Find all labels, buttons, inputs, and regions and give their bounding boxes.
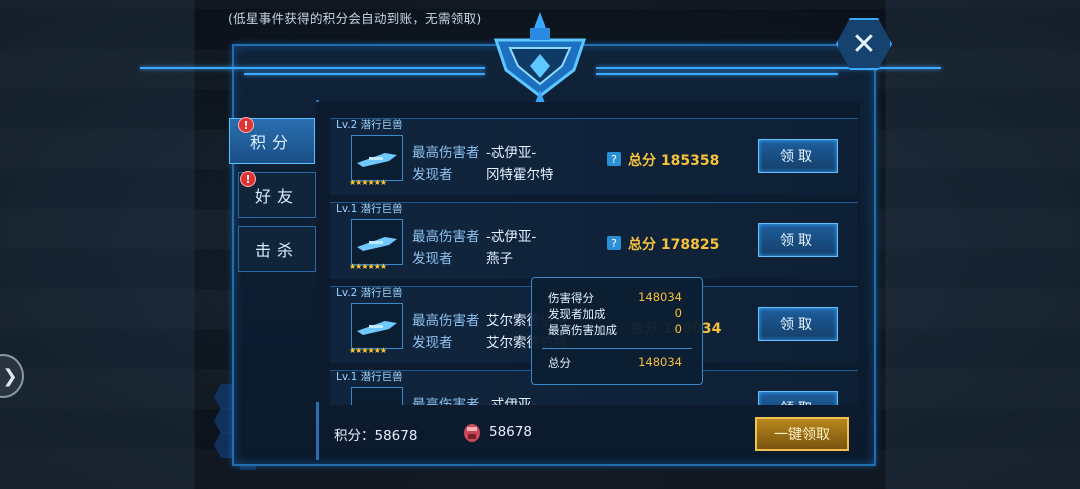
top-damage-label: 最高伤害者 xyxy=(412,313,480,329)
claim-button[interactable]: 领取 xyxy=(758,307,838,341)
monster-ship-icon[interactable] xyxy=(351,303,403,349)
alert-badge-icon: ! xyxy=(240,171,256,187)
tab-label: 击杀 xyxy=(254,241,299,260)
claim-button[interactable]: 领取 xyxy=(758,391,838,405)
tooltip-label: 伤害得分 xyxy=(548,291,594,305)
close-icon: ✕ xyxy=(851,26,877,62)
top-damage-value: -忒伊亚- xyxy=(486,397,537,405)
score-breakdown-tooltip: 伤害得分 148034 发现者加成 0 最高伤害加成 0 总分 148034 xyxy=(531,277,703,385)
header-wing-left xyxy=(140,67,485,81)
help-icon[interactable]: ? xyxy=(607,236,621,250)
tooltip-label: 发现者加成 xyxy=(548,307,606,321)
header-wing-right xyxy=(596,67,941,81)
tab-kills[interactable]: 击杀 xyxy=(238,226,316,272)
tooltip-divider xyxy=(542,348,692,349)
top-damage-label: 最高伤害者 xyxy=(412,397,480,405)
discoverer-value: 冈特霍尔特 xyxy=(486,167,554,183)
claim-button[interactable]: 领取 xyxy=(758,139,838,173)
tab-label: 积分 xyxy=(249,133,294,152)
list-item: Lv.1 潜行巨兽 ★★★★★★ 最高伤害者 -忒伊亚- 发现者 燕子 ? 总分… xyxy=(330,202,858,279)
discoverer-value: 燕子 xyxy=(486,251,513,267)
alert-badge-icon: ! xyxy=(238,117,254,133)
crystal-currency-icon xyxy=(464,424,480,442)
monster-ship-icon[interactable] xyxy=(351,387,403,405)
claim-button[interactable]: 领取 xyxy=(758,223,838,257)
help-icon[interactable]: ? xyxy=(607,152,621,166)
discoverer-label: 发现者 xyxy=(412,251,453,267)
star-rating: ★★★★★★ xyxy=(349,178,387,187)
top-damage-label: 最高伤害者 xyxy=(412,229,480,245)
discoverer-label: 发现者 xyxy=(412,167,453,183)
top-damage-label: 最高伤害者 xyxy=(412,145,480,161)
star-rating: ★★★★★★ xyxy=(349,346,387,355)
points-total: 积分：58678 xyxy=(334,428,418,444)
tooltip-label: 最高伤害加成 xyxy=(548,323,617,337)
discoverer-label: 发现者 xyxy=(412,335,453,351)
currency-amount: 58678 xyxy=(489,424,532,440)
tooltip-value: 148034 xyxy=(638,290,682,304)
claim-all-button[interactable]: 一键领取 xyxy=(755,417,849,451)
tooltip-value: 0 xyxy=(674,306,682,320)
chevron-right-icon: ❯ xyxy=(2,365,18,387)
faction-emblem-icon xyxy=(493,12,587,106)
tooltip-total-value: 148034 xyxy=(638,355,682,369)
monster-level: Lv.1 潜行巨兽 xyxy=(336,371,403,383)
tooltip-total-label: 总分 xyxy=(548,356,571,370)
monster-ship-icon[interactable] xyxy=(351,219,403,265)
monster-level: Lv.2 潜行巨兽 xyxy=(336,119,403,131)
total-score: 总分 185358 xyxy=(628,153,720,169)
top-damage-value: -忒伊亚- xyxy=(486,229,537,245)
total-score: 总分 178825 xyxy=(628,237,720,253)
list-item: Lv.2 潜行巨兽 ★★★★★★ 最高伤害者 -忒伊亚- 发现者 冈特霍尔特 ?… xyxy=(330,118,858,195)
monster-level: Lv.2 潜行巨兽 xyxy=(336,287,403,299)
monster-level: Lv.1 潜行巨兽 xyxy=(336,203,403,215)
tooltip-value: 0 xyxy=(674,322,682,336)
star-rating: ★★★★★★ xyxy=(349,262,387,271)
top-damage-value: -忒伊亚- xyxy=(486,145,537,161)
tab-label: 好友 xyxy=(254,187,299,206)
monster-ship-icon[interactable] xyxy=(351,135,403,181)
notice-text: (低星事件获得的积分会自动到账，无需领取) xyxy=(228,11,482,26)
